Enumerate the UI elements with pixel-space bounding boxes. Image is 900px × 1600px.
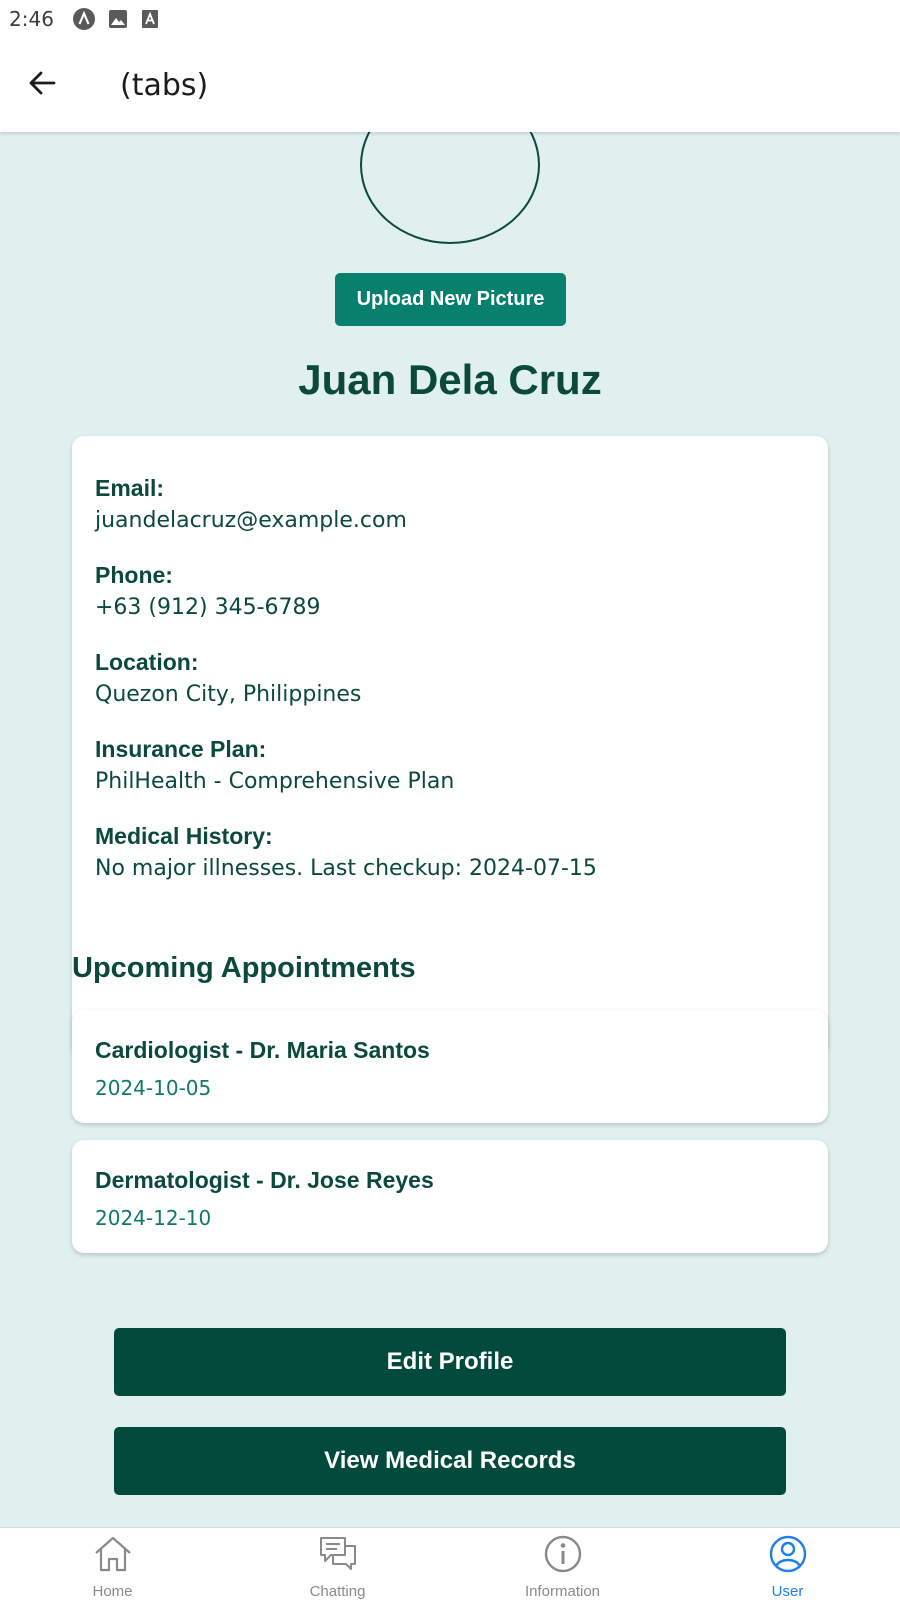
bottom-nav: Home Chatting Information User: [0, 1527, 900, 1600]
back-button[interactable]: [14, 57, 70, 113]
nav-label: Information: [524, 1583, 601, 1600]
info-item-location: Location: Quezon City, Philippines: [95, 646, 805, 712]
appointment-date: 2024-12-10: [95, 1206, 212, 1230]
info-item-medical-history: Medical History: No major illnesses. Las…: [95, 820, 805, 886]
avatar: [360, 132, 540, 244]
profile-content[interactable]: Upload New Picture Juan Dela Cruz Email:…: [0, 132, 900, 1527]
profile-name: Juan Dela Cruz: [298, 356, 602, 403]
info-label: Insurance Plan:: [95, 736, 267, 762]
info-item-email: Email: juandelacruz@example.com: [95, 472, 805, 538]
tab-information[interactable]: Information: [450, 1528, 675, 1600]
view-medical-records-button[interactable]: View Medical Records: [114, 1427, 786, 1495]
tab-user[interactable]: User: [675, 1528, 900, 1600]
header-title: (tabs): [120, 67, 209, 103]
image-icon: [108, 9, 128, 29]
nav-label: User: [771, 1583, 804, 1600]
appointment-card[interactable]: Dermatologist - Dr. Jose Reyes 2024-12-1…: [72, 1140, 828, 1253]
info-label: Email:: [95, 475, 165, 501]
info-value: juandelacruz@example.com: [95, 508, 407, 533]
appointment-title: Cardiologist - Dr. Maria Santos: [95, 1037, 430, 1063]
info-value: Quezon City, Philippines: [95, 682, 362, 707]
app-header: (tabs): [0, 38, 900, 132]
appointment-card[interactable]: Cardiologist - Dr. Maria Santos 2024-10-…: [72, 1010, 828, 1123]
info-icon: [543, 1534, 583, 1579]
nav-label: Home: [92, 1583, 133, 1600]
info-value: No major illnesses. Last checkup: 2024-0…: [95, 856, 597, 881]
user-icon: [768, 1534, 808, 1579]
edit-profile-button[interactable]: Edit Profile: [114, 1328, 786, 1396]
info-label: Medical History:: [95, 823, 273, 849]
tab-home[interactable]: Home: [0, 1528, 225, 1600]
status-bar: 2:46: [0, 0, 900, 38]
appointment-title: Dermatologist - Dr. Jose Reyes: [95, 1167, 434, 1193]
info-item-insurance: Insurance Plan: PhilHealth - Comprehensi…: [95, 733, 805, 799]
status-time: 2:46: [9, 7, 54, 31]
info-label: Location:: [95, 649, 199, 675]
info-value: PhilHealth - Comprehensive Plan: [95, 769, 455, 794]
app-screen: 2:46 (tabs) Upload New Picture Juan Dela…: [0, 0, 900, 1600]
a-circle-icon: [72, 7, 96, 31]
info-item-phone: Phone: +63 (912) 345-6789: [95, 559, 805, 625]
home-icon: [92, 1534, 134, 1579]
chat-icon: [317, 1534, 359, 1579]
arrow-left-icon: [27, 68, 57, 103]
info-label: Phone:: [95, 562, 173, 588]
info-value: +63 (912) 345-6789: [95, 595, 321, 620]
tab-chatting[interactable]: Chatting: [225, 1528, 450, 1600]
font-a-icon: [140, 9, 160, 29]
appointment-date: 2024-10-05: [95, 1076, 212, 1100]
nav-label: Chatting: [309, 1583, 366, 1600]
upload-picture-button[interactable]: Upload New Picture: [335, 273, 566, 326]
appointments-title: Upcoming Appointments: [72, 952, 416, 984]
